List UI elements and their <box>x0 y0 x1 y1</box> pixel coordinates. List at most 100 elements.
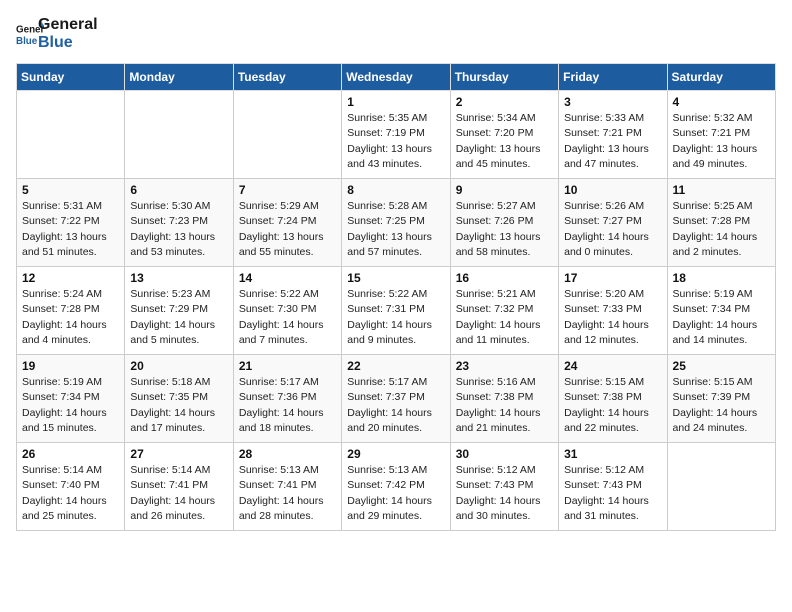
day-number: 3 <box>564 95 661 109</box>
day-info: Sunrise: 5:22 AMSunset: 7:31 PMDaylight:… <box>347 287 444 348</box>
day-number: 1 <box>347 95 444 109</box>
day-number: 11 <box>673 183 770 197</box>
day-number: 21 <box>239 359 336 373</box>
weekday-header-friday: Friday <box>559 64 667 91</box>
day-number: 20 <box>130 359 227 373</box>
day-number: 2 <box>456 95 553 109</box>
svg-text:Blue: Blue <box>16 35 38 46</box>
calendar-day-cell: 18 Sunrise: 5:19 AMSunset: 7:34 PMDayligh… <box>667 267 775 355</box>
calendar-day-cell: 13 Sunrise: 5:23 AMSunset: 7:29 PMDayligh… <box>125 267 233 355</box>
day-info: Sunrise: 5:15 AMSunset: 7:39 PMDaylight:… <box>673 375 770 436</box>
day-number: 17 <box>564 271 661 285</box>
weekday-header-tuesday: Tuesday <box>233 64 341 91</box>
day-info: Sunrise: 5:24 AMSunset: 7:28 PMDaylight:… <box>22 287 119 348</box>
calendar-day-cell: 8 Sunrise: 5:28 AMSunset: 7:25 PMDaylight… <box>342 179 450 267</box>
calendar-day-cell: 30 Sunrise: 5:12 AMSunset: 7:43 PMDayligh… <box>450 443 558 531</box>
calendar-day-cell: 1 Sunrise: 5:35 AMSunset: 7:19 PMDaylight… <box>342 91 450 179</box>
day-number: 5 <box>22 183 119 197</box>
calendar-day-cell: 19 Sunrise: 5:19 AMSunset: 7:34 PMDayligh… <box>17 355 125 443</box>
day-number: 19 <box>22 359 119 373</box>
calendar-day-cell: 5 Sunrise: 5:31 AMSunset: 7:22 PMDaylight… <box>17 179 125 267</box>
calendar-day-cell: 11Sunrise: 5:25 AMSunset: 7:28 PMDayligh… <box>667 179 775 267</box>
page-header: General Blue General Blue <box>16 16 776 51</box>
calendar-day-cell <box>233 91 341 179</box>
day-number: 12 <box>22 271 119 285</box>
calendar-day-cell: 7 Sunrise: 5:29 AMSunset: 7:24 PMDaylight… <box>233 179 341 267</box>
day-number: 7 <box>239 183 336 197</box>
day-number: 6 <box>130 183 227 197</box>
day-info: Sunrise: 5:27 AMSunset: 7:26 PMDaylight:… <box>456 199 553 260</box>
day-info: Sunrise: 5:28 AMSunset: 7:25 PMDaylight:… <box>347 199 444 260</box>
weekday-header-sunday: Sunday <box>17 64 125 91</box>
day-info: Sunrise: 5:21 AMSunset: 7:32 PMDaylight:… <box>456 287 553 348</box>
calendar-day-cell <box>125 91 233 179</box>
day-number: 23 <box>456 359 553 373</box>
day-number: 8 <box>347 183 444 197</box>
calendar-week-5: 26 Sunrise: 5:14 AMSunset: 7:40 PMDayligh… <box>17 443 776 531</box>
logo: General Blue General Blue <box>16 16 98 51</box>
calendar-day-cell: 28 Sunrise: 5:13 AMSunset: 7:41 PMDayligh… <box>233 443 341 531</box>
day-info: Sunrise: 5:33 AMSunset: 7:21 PMDaylight:… <box>564 111 661 172</box>
calendar-day-cell: 10 Sunrise: 5:26 AMSunset: 7:27 PMDayligh… <box>559 179 667 267</box>
day-number: 31 <box>564 447 661 461</box>
day-number: 15 <box>347 271 444 285</box>
calendar-day-cell: 25Sunrise: 5:15 AMSunset: 7:39 PMDayligh… <box>667 355 775 443</box>
calendar-day-cell: 2 Sunrise: 5:34 AMSunset: 7:20 PMDaylight… <box>450 91 558 179</box>
calendar-day-cell: 26 Sunrise: 5:14 AMSunset: 7:40 PMDayligh… <box>17 443 125 531</box>
day-info: Sunrise: 5:19 AMSunset: 7:34 PMDaylight:… <box>22 375 119 436</box>
logo-general: General <box>38 16 98 34</box>
day-number: 14 <box>239 271 336 285</box>
calendar-day-cell: 27Sunrise: 5:14 AMSunset: 7:41 PMDayligh… <box>125 443 233 531</box>
calendar-day-cell: 3 Sunrise: 5:33 AMSunset: 7:21 PMDaylight… <box>559 91 667 179</box>
calendar-day-cell: 21 Sunrise: 5:17 AMSunset: 7:36 PMDayligh… <box>233 355 341 443</box>
day-info: Sunrise: 5:34 AMSunset: 7:20 PMDaylight:… <box>456 111 553 172</box>
day-number: 9 <box>456 183 553 197</box>
weekday-header-thursday: Thursday <box>450 64 558 91</box>
calendar-day-cell <box>17 91 125 179</box>
day-number: 29 <box>347 447 444 461</box>
day-number: 13 <box>130 271 227 285</box>
day-info: Sunrise: 5:12 AMSunset: 7:43 PMDaylight:… <box>456 463 553 524</box>
calendar-day-cell: 23Sunrise: 5:16 AMSunset: 7:38 PMDayligh… <box>450 355 558 443</box>
logo-blue: Blue <box>38 34 98 52</box>
day-info: Sunrise: 5:17 AMSunset: 7:36 PMDaylight:… <box>239 375 336 436</box>
day-number: 10 <box>564 183 661 197</box>
calendar-day-cell: 20Sunrise: 5:18 AMSunset: 7:35 PMDayligh… <box>125 355 233 443</box>
weekday-header-row: SundayMondayTuesdayWednesdayThursdayFrid… <box>17 64 776 91</box>
day-number: 24 <box>564 359 661 373</box>
day-number: 18 <box>673 271 770 285</box>
calendar-day-cell: 9 Sunrise: 5:27 AMSunset: 7:26 PMDaylight… <box>450 179 558 267</box>
day-info: Sunrise: 5:26 AMSunset: 7:27 PMDaylight:… <box>564 199 661 260</box>
day-number: 26 <box>22 447 119 461</box>
day-info: Sunrise: 5:22 AMSunset: 7:30 PMDaylight:… <box>239 287 336 348</box>
day-info: Sunrise: 5:29 AMSunset: 7:24 PMDaylight:… <box>239 199 336 260</box>
calendar-table: SundayMondayTuesdayWednesdayThursdayFrid… <box>16 63 776 531</box>
day-info: Sunrise: 5:13 AMSunset: 7:42 PMDaylight:… <box>347 463 444 524</box>
day-info: Sunrise: 5:30 AMSunset: 7:23 PMDaylight:… <box>130 199 227 260</box>
calendar-day-cell: 29 Sunrise: 5:13 AMSunset: 7:42 PMDayligh… <box>342 443 450 531</box>
calendar-day-cell: 24Sunrise: 5:15 AMSunset: 7:38 PMDayligh… <box>559 355 667 443</box>
day-info: Sunrise: 5:13 AMSunset: 7:41 PMDaylight:… <box>239 463 336 524</box>
day-info: Sunrise: 5:17 AMSunset: 7:37 PMDaylight:… <box>347 375 444 436</box>
calendar-day-cell: 17Sunrise: 5:20 AMSunset: 7:33 PMDayligh… <box>559 267 667 355</box>
weekday-header-wednesday: Wednesday <box>342 64 450 91</box>
day-number: 16 <box>456 271 553 285</box>
day-info: Sunrise: 5:35 AMSunset: 7:19 PMDaylight:… <box>347 111 444 172</box>
day-info: Sunrise: 5:32 AMSunset: 7:21 PMDaylight:… <box>673 111 770 172</box>
day-info: Sunrise: 5:23 AMSunset: 7:29 PMDaylight:… <box>130 287 227 348</box>
day-info: Sunrise: 5:14 AMSunset: 7:40 PMDaylight:… <box>22 463 119 524</box>
day-number: 30 <box>456 447 553 461</box>
day-number: 4 <box>673 95 770 109</box>
calendar-day-cell: 22Sunrise: 5:17 AMSunset: 7:37 PMDayligh… <box>342 355 450 443</box>
calendar-week-3: 12 Sunrise: 5:24 AMSunset: 7:28 PMDayligh… <box>17 267 776 355</box>
calendar-day-cell: 4 Sunrise: 5:32 AMSunset: 7:21 PMDaylight… <box>667 91 775 179</box>
calendar-day-cell: 31Sunrise: 5:12 AMSunset: 7:43 PMDayligh… <box>559 443 667 531</box>
calendar-day-cell: 15 Sunrise: 5:22 AMSunset: 7:31 PMDayligh… <box>342 267 450 355</box>
weekday-header-monday: Monday <box>125 64 233 91</box>
day-info: Sunrise: 5:19 AMSunset: 7:34 PMDaylight:… <box>673 287 770 348</box>
day-info: Sunrise: 5:31 AMSunset: 7:22 PMDaylight:… <box>22 199 119 260</box>
calendar-day-cell <box>667 443 775 531</box>
calendar-day-cell: 14 Sunrise: 5:22 AMSunset: 7:30 PMDayligh… <box>233 267 341 355</box>
calendar-day-cell: 12 Sunrise: 5:24 AMSunset: 7:28 PMDayligh… <box>17 267 125 355</box>
day-number: 28 <box>239 447 336 461</box>
